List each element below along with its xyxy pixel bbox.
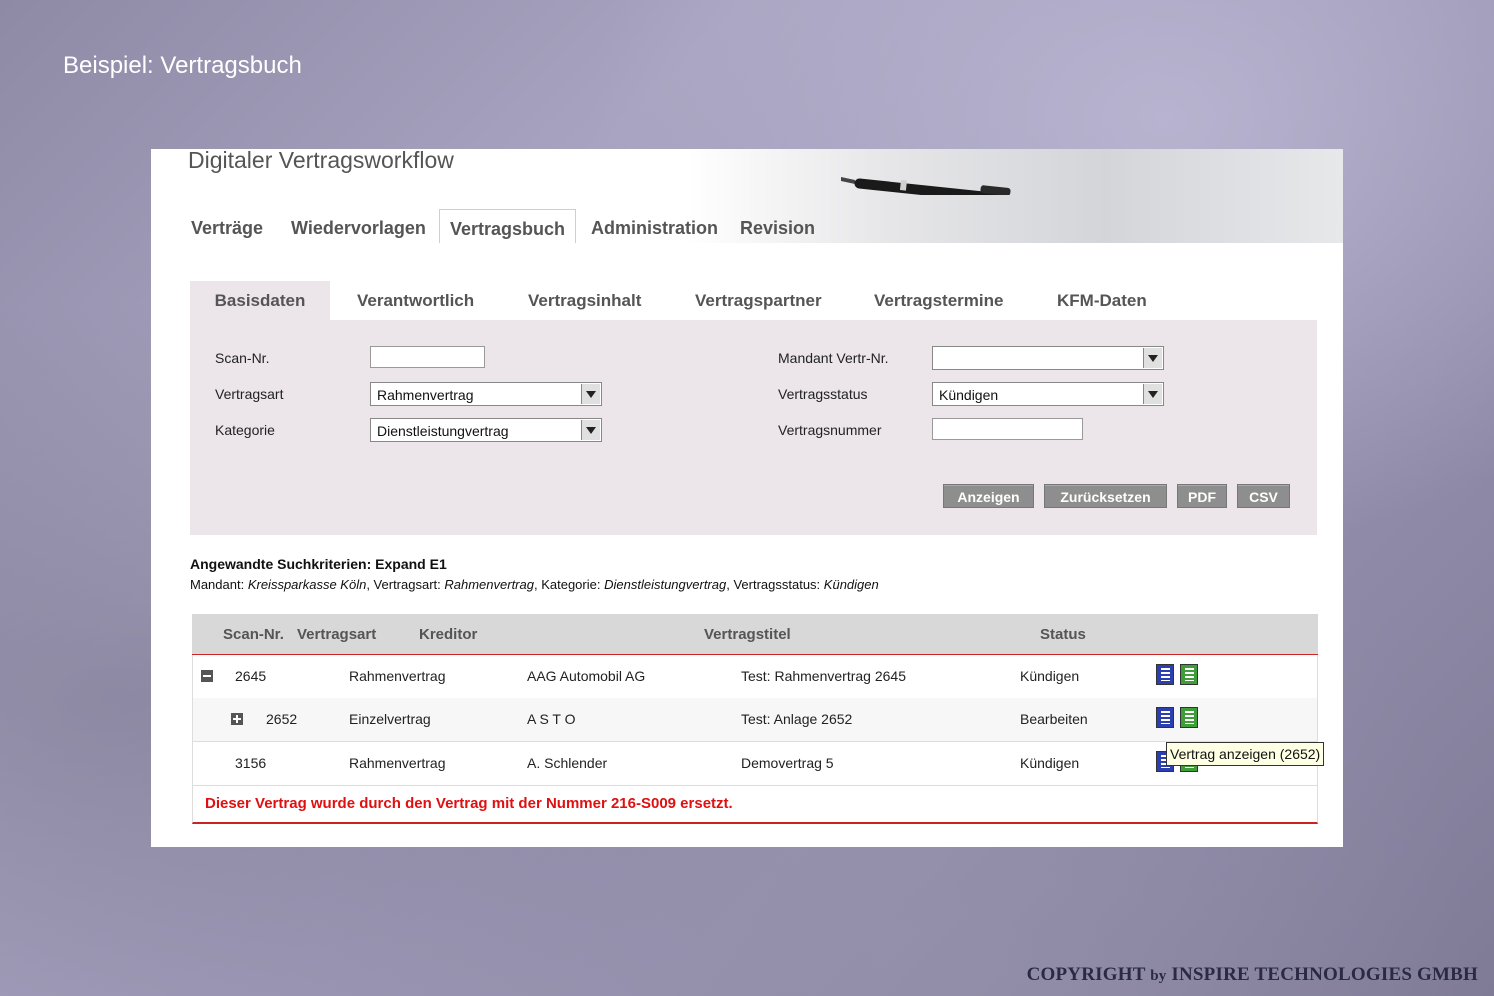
column-kreditor[interactable]: Kreditor bbox=[419, 614, 477, 656]
cell-scan-nr: 2652 bbox=[266, 711, 298, 727]
notice-text: Dieser Vertrag wurde durch den Vertrag m… bbox=[205, 795, 733, 812]
scan-nr-label: Scan-Nr. bbox=[215, 350, 270, 366]
chevron-down-icon[interactable] bbox=[581, 384, 600, 404]
vertragsart-criteria-value: Rahmenvertrag bbox=[444, 577, 534, 592]
slide-title: Beispiel: Vertragsbuch bbox=[63, 52, 302, 79]
column-scan-nr[interactable]: Scan-Nr. bbox=[223, 614, 284, 656]
tab-revision[interactable]: Revision bbox=[730, 209, 825, 243]
app-window: Digitaler Vertragsworkflow Verträge Wied… bbox=[151, 149, 1343, 847]
vertragsnummer-label: Vertragsnummer bbox=[778, 422, 882, 438]
cell-vertragstitel: Test: Anlage 2652 bbox=[741, 711, 853, 727]
column-vertragstitel[interactable]: Vertragstitel bbox=[704, 614, 791, 656]
status-criteria-label: , Vertragsstatus: bbox=[726, 577, 821, 592]
kategorie-value: Dienstleistungvertrag bbox=[377, 423, 509, 439]
subtab-vertragspartner[interactable]: Vertragspartner bbox=[695, 281, 822, 320]
tab-vertragsbuch[interactable]: Vertragsbuch bbox=[439, 209, 577, 243]
copyright-pre: COPYRIGHT bbox=[1026, 964, 1146, 985]
vertragsart-value: Rahmenvertrag bbox=[377, 387, 474, 403]
tab-administration[interactable]: Administration bbox=[581, 209, 728, 243]
cell-scan-nr: 3156 bbox=[235, 755, 267, 771]
cell-status: Bearbeiten bbox=[1020, 711, 1088, 727]
status-criteria-value: Kündigen bbox=[823, 577, 879, 592]
vertragsart-select[interactable]: Rahmenvertrag bbox=[370, 382, 602, 406]
cell-kreditor: A. Schlender bbox=[527, 755, 608, 771]
subtab-vertragstermine[interactable]: Vertragstermine bbox=[874, 281, 1003, 320]
document-edit-icon[interactable] bbox=[1180, 707, 1198, 728]
minus-icon[interactable] bbox=[201, 670, 213, 682]
cell-status: Kündigen bbox=[1020, 755, 1080, 771]
criteria-summary: Mandant: Kreissparkasse Köln, Vertragsar… bbox=[190, 577, 879, 592]
document-edit-icon[interactable] bbox=[1180, 664, 1198, 685]
header-banner: Digitaler Vertragsworkflow Verträge Wied… bbox=[151, 149, 1343, 243]
chevron-down-icon[interactable] bbox=[1143, 384, 1162, 404]
chevron-down-icon[interactable] bbox=[581, 420, 600, 440]
show-button[interactable]: Anzeigen bbox=[943, 484, 1034, 508]
table-row[interactable]: 2645 Rahmenvertrag AAG Automobil AG Test… bbox=[192, 655, 1318, 699]
copyright: COPYRIGHT by INSPIRE TECHNOLOGIES GMBH bbox=[1027, 964, 1478, 986]
cell-vertragsart: Rahmenvertrag bbox=[349, 755, 446, 771]
cell-scan-nr: 2645 bbox=[235, 668, 267, 684]
mandant-label: Mandant Vertr-Nr. bbox=[778, 350, 889, 366]
reset-button[interactable]: Zurücksetzen bbox=[1044, 484, 1167, 508]
mandant-criteria-label: Mandant: bbox=[190, 577, 245, 592]
cell-vertragsart: Rahmenvertrag bbox=[349, 668, 446, 684]
table-header: Scan-Nr. Vertragsart Kreditor Vertragsti… bbox=[192, 614, 1318, 656]
cell-kreditor: AAG Automobil AG bbox=[527, 668, 646, 684]
chevron-down-icon[interactable] bbox=[1143, 348, 1162, 368]
cell-vertragsart: Einzelvertrag bbox=[349, 711, 431, 727]
criteria-title: Angewandte Suchkriterien: Expand E1 bbox=[190, 556, 447, 572]
scan-nr-input[interactable] bbox=[370, 346, 485, 368]
plus-icon[interactable] bbox=[231, 713, 243, 725]
vertragsstatus-value: Kündigen bbox=[939, 387, 999, 403]
vertragsart-criteria-label: , Vertragsart: bbox=[366, 577, 441, 592]
cell-vertragstitel: Demovertrag 5 bbox=[741, 755, 834, 771]
column-vertragsart[interactable]: Vertragsart bbox=[297, 614, 376, 656]
cell-vertragstitel: Test: Rahmenvertrag 2645 bbox=[741, 668, 906, 684]
copyright-by: by bbox=[1150, 968, 1167, 984]
subtab-basisdaten[interactable]: Basisdaten bbox=[190, 281, 330, 320]
table-row[interactable]: 3156 Rahmenvertrag A. Schlender Demovert… bbox=[192, 742, 1318, 786]
app-title: Digitaler Vertragsworkflow bbox=[188, 149, 454, 173]
column-status[interactable]: Status bbox=[1040, 614, 1086, 656]
subtab-verantwortlich[interactable]: Verantwortlich bbox=[357, 281, 474, 320]
mandant-select[interactable] bbox=[932, 346, 1164, 370]
document-view-icon[interactable] bbox=[1156, 664, 1174, 685]
subtab-kfm-daten[interactable]: KFM-Daten bbox=[1057, 281, 1147, 320]
tab-vertraege[interactable]: Verträge bbox=[181, 209, 273, 243]
vertragsstatus-select[interactable]: Kündigen bbox=[932, 382, 1164, 406]
tooltip: Vertrag anzeigen (2652) bbox=[1166, 742, 1325, 766]
csv-button[interactable]: CSV bbox=[1237, 484, 1290, 508]
cell-kreditor: A S T O bbox=[527, 711, 576, 727]
kategorie-criteria-value: Dienstleistungvertrag bbox=[604, 577, 727, 592]
vertragsstatus-label: Vertragsstatus bbox=[778, 386, 868, 402]
kategorie-criteria-label: , Kategorie: bbox=[533, 577, 601, 592]
subtab-vertragsinhalt[interactable]: Vertragsinhalt bbox=[528, 281, 641, 320]
table-row[interactable]: 2652 Einzelvertrag A S T O Test: Anlage … bbox=[192, 698, 1318, 742]
vertragsnummer-input[interactable] bbox=[932, 418, 1083, 440]
pen-image bbox=[841, 177, 1011, 195]
tab-wiedervorlagen[interactable]: Wiedervorlagen bbox=[281, 209, 436, 243]
sub-tabs: Basisdaten Verantwortlich Vertragsinhalt… bbox=[190, 281, 1317, 320]
pdf-button[interactable]: PDF bbox=[1177, 484, 1227, 508]
replacement-notice: Dieser Vertrag wurde durch den Vertrag m… bbox=[192, 786, 1318, 824]
kategorie-select[interactable]: Dienstleistungvertrag bbox=[370, 418, 602, 442]
document-view-icon[interactable] bbox=[1156, 707, 1174, 728]
kategorie-label: Kategorie bbox=[215, 422, 275, 438]
copyright-company: INSPIRE TECHNOLOGIES GMBH bbox=[1171, 964, 1478, 985]
vertragsart-label: Vertragsart bbox=[215, 386, 284, 402]
mandant-criteria-value: Kreissparkasse Köln bbox=[247, 577, 367, 592]
cell-status: Kündigen bbox=[1020, 668, 1080, 684]
